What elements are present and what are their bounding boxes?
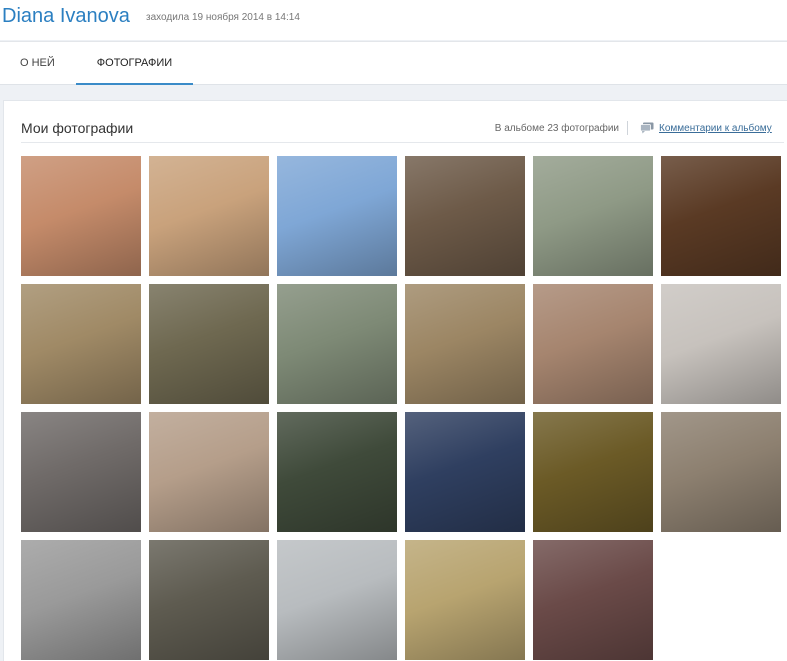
photo-shade (277, 156, 397, 276)
photo-thumbnail[interactable] (533, 540, 653, 660)
photo-shade (533, 156, 653, 276)
album-comments-link[interactable]: Комментарии к альбому (659, 123, 772, 134)
photo-thumbnail[interactable] (533, 284, 653, 404)
photo-thumbnail[interactable] (277, 540, 397, 660)
photo-grid (21, 156, 786, 660)
photo-thumbnail[interactable] (277, 156, 397, 276)
photo-thumbnail[interactable] (405, 540, 525, 660)
photo-shade (405, 156, 525, 276)
photo-shade (661, 412, 781, 532)
photo-thumbnail[interactable] (661, 412, 781, 532)
photo-shade (21, 284, 141, 404)
photo-shade (533, 412, 653, 532)
photo-thumbnail[interactable] (21, 156, 141, 276)
photo-thumbnail[interactable] (21, 284, 141, 404)
photo-shade (661, 156, 781, 276)
profile-name[interactable]: Diana Ivanova (2, 5, 130, 28)
photo-shade (21, 156, 141, 276)
photo-thumbnail[interactable] (405, 412, 525, 532)
photo-shade (149, 156, 269, 276)
album-photo-count: В альбоме 23 фотографии (494, 123, 619, 134)
tab-photos[interactable]: ФОТОГРАФИИ (76, 42, 193, 85)
photo-thumbnail[interactable] (149, 156, 269, 276)
photo-shade (277, 284, 397, 404)
photos-panel: Мои фотографии В альбоме 23 фотографии К… (3, 100, 787, 661)
photo-shade (149, 412, 269, 532)
photo-shade (661, 284, 781, 404)
profile-header: Diana Ivanova заходила 19 ноября 2014 в … (0, 0, 787, 40)
album-title: Мои фотографии (21, 120, 134, 136)
photo-thumbnail[interactable] (277, 412, 397, 532)
header-divider (627, 121, 628, 135)
photo-thumbnail[interactable] (149, 412, 269, 532)
last-seen-status: заходила 19 ноября 2014 в 14:14 (146, 12, 300, 23)
photo-shade (405, 284, 525, 404)
photo-thumbnail[interactable] (149, 540, 269, 660)
photo-shade (277, 412, 397, 532)
comment-bubble-icon[interactable] (640, 122, 654, 134)
photo-shade (533, 284, 653, 404)
photo-shade (149, 540, 269, 660)
photo-thumbnail[interactable] (21, 540, 141, 660)
photo-shade (21, 412, 141, 532)
photo-thumbnail[interactable] (405, 156, 525, 276)
photo-thumbnail[interactable] (661, 284, 781, 404)
photo-shade (277, 540, 397, 660)
photo-shade (405, 540, 525, 660)
photo-thumbnail[interactable] (21, 412, 141, 532)
tab-about[interactable]: О НЕЙ (20, 42, 55, 85)
photo-thumbnail[interactable] (533, 156, 653, 276)
photo-shade (149, 284, 269, 404)
title-divider (21, 142, 784, 143)
photo-shade (21, 540, 141, 660)
photo-thumbnail[interactable] (405, 284, 525, 404)
photo-shade (533, 540, 653, 660)
photo-shade (405, 412, 525, 532)
photo-thumbnail[interactable] (277, 284, 397, 404)
profile-tabs: О НЕЙ ФОТОГРАФИИ (0, 41, 787, 85)
photo-thumbnail[interactable] (661, 156, 781, 276)
photo-thumbnail[interactable] (149, 284, 269, 404)
photo-thumbnail[interactable] (533, 412, 653, 532)
